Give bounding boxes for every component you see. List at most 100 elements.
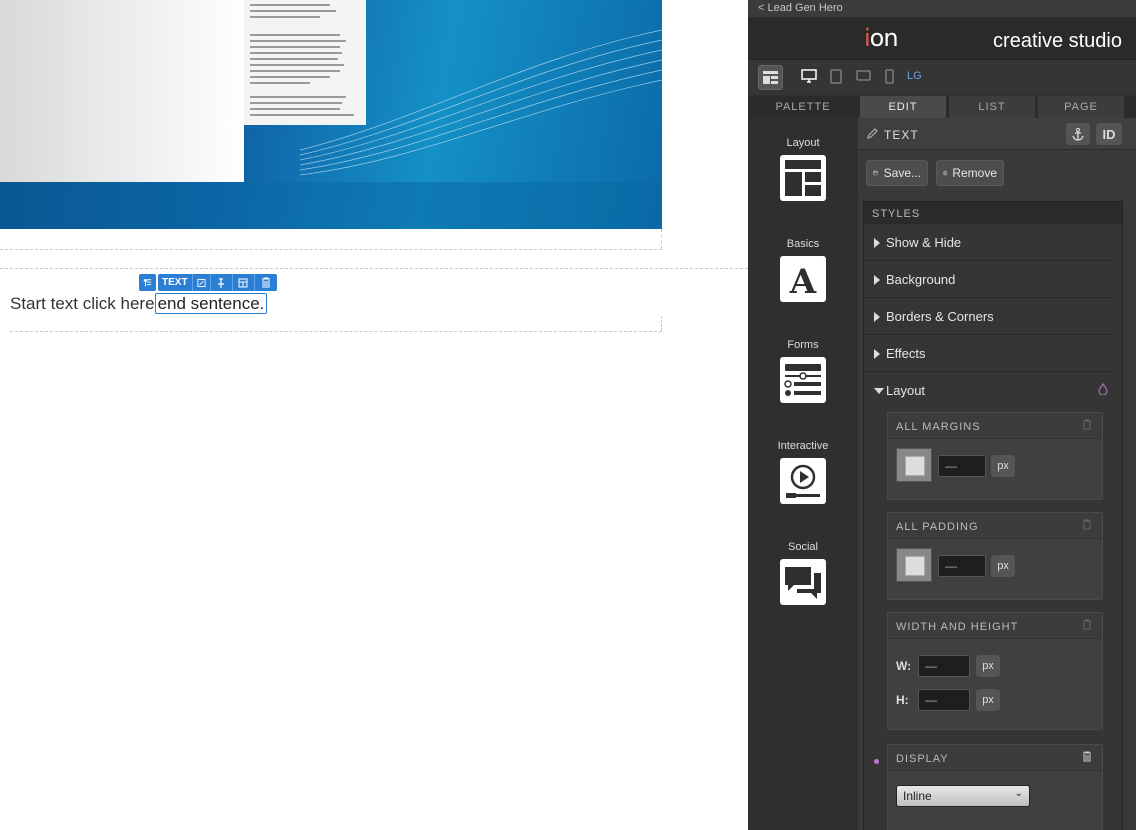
padding-title: ALL PADDING (896, 521, 979, 533)
margins-unit-button[interactable]: px (991, 455, 1015, 477)
brand-bar: ion creative studio (748, 17, 1136, 59)
save-label: Save... (883, 166, 921, 180)
trash-icon[interactable] (254, 274, 277, 291)
panel-menu-icon[interactable] (758, 65, 783, 90)
trash-icon[interactable] (1082, 751, 1092, 765)
edit-icon[interactable] (192, 274, 211, 291)
toolbar-type-label[interactable]: TEXT (158, 274, 193, 291)
display-header: DISPLAY (888, 745, 1102, 771)
margins-header: ALL MARGINS (888, 413, 1102, 439)
section-divider (0, 249, 662, 250)
device-bar: LG (748, 59, 1136, 95)
padding-input[interactable]: — (938, 555, 986, 577)
section-effects[interactable]: Effects (864, 335, 1116, 372)
form-icon[interactable] (780, 357, 826, 403)
breakpoint-label[interactable]: LG (907, 70, 922, 82)
modified-indicator (874, 759, 879, 764)
tablet-landscape-icon[interactable] (856, 69, 871, 85)
width-label: W: (896, 659, 912, 673)
palette-label: Basics (786, 238, 820, 250)
drop-icon[interactable] (1098, 382, 1108, 398)
section-label: Show & Hide (886, 235, 962, 250)
palette-social[interactable]: Social (748, 541, 858, 605)
creative-studio-panel: < Lead Gen Hero ion creative studio LG P… (748, 0, 1136, 830)
trash-icon[interactable] (1082, 519, 1092, 533)
display-select[interactable]: Inline ⌄ (896, 785, 1030, 807)
padding-card: ALL PADDING — px (887, 512, 1103, 600)
palette-column: Layout Basics A Forms Interactive Social (748, 118, 858, 830)
section-label: Borders & Corners (886, 309, 994, 324)
section-label: Background (886, 272, 956, 287)
section-divider (10, 331, 662, 332)
text-align-icon[interactable] (139, 274, 156, 291)
margins-title: ALL MARGINS (896, 421, 981, 433)
padding-unit-button[interactable]: px (991, 555, 1015, 577)
palette-label: Forms (787, 339, 819, 351)
hero-image (0, 0, 662, 229)
display-card: DISPLAY Inline ⌄ (887, 744, 1103, 830)
toolbar-label: TEXT (162, 277, 188, 288)
tab-page[interactable]: PAGE (1038, 96, 1124, 118)
tab-palette[interactable]: PALETTE (748, 96, 858, 118)
text-start[interactable]: Start text (10, 294, 83, 313)
text-element-toolbar: TEXT (139, 274, 277, 291)
element-id-button[interactable]: ID (1096, 123, 1122, 145)
palette-interactive[interactable]: Interactive (748, 440, 858, 504)
section-borders-corners[interactable]: Borders & Corners (864, 298, 1116, 335)
section-divider (661, 229, 662, 249)
width-unit-button[interactable]: px (976, 655, 1000, 677)
section-label: Effects (886, 346, 926, 361)
trash-icon[interactable] (1082, 419, 1092, 433)
hero-artwork (0, 0, 662, 229)
size-title: WIDTH AND HEIGHT (896, 621, 1019, 633)
height-unit-button[interactable]: px (976, 689, 1000, 711)
tab-edit[interactable]: EDIT (860, 96, 946, 118)
phone-icon[interactable] (885, 69, 894, 87)
caret-right-icon (874, 312, 880, 322)
text-link[interactable]: click here (83, 294, 155, 313)
palette-basics[interactable]: Basics A (748, 238, 858, 302)
margins-input[interactable]: — (938, 455, 986, 477)
section-label: Layout (886, 383, 926, 398)
back-link[interactable]: < Lead Gen Hero (748, 0, 1136, 17)
duplicate-icon[interactable] (232, 274, 255, 291)
palette-label: Interactive (777, 440, 829, 452)
height-label: H: (896, 693, 909, 707)
section-background[interactable]: Background (864, 261, 1116, 298)
width-input[interactable]: — (918, 655, 970, 677)
layout-icon[interactable] (780, 155, 826, 201)
page-canvas[interactable]: TEXT Start text click here end sentence. (0, 0, 748, 830)
caret-down-icon (874, 388, 884, 394)
tab-list[interactable]: LIST (949, 96, 1035, 118)
desktop-icon[interactable] (801, 69, 817, 86)
anchor-icon[interactable] (1066, 123, 1090, 145)
chevron-down-icon: ⌄ (1014, 788, 1023, 799)
section-show-hide[interactable]: Show & Hide (864, 224, 1116, 261)
section-layout[interactable]: Layout (864, 372, 1116, 409)
save-icon (873, 170, 878, 176)
palette-forms[interactable]: Forms (748, 339, 858, 403)
display-value: Inline (903, 789, 932, 803)
tablet-icon[interactable] (830, 69, 842, 87)
pin-icon[interactable] (210, 274, 233, 291)
caret-right-icon (874, 238, 880, 248)
palette-label: Social (788, 541, 818, 553)
section-divider (661, 316, 662, 331)
palette-label: Layout (786, 137, 820, 149)
padding-box-icon (896, 548, 932, 582)
styles-header: STYLES (864, 202, 1122, 224)
chat-bubbles-icon[interactable] (780, 559, 826, 605)
element-actions: Save... Remove (858, 151, 1136, 195)
display-title: DISPLAY (896, 753, 949, 765)
text-element[interactable]: Start text click here end sentence. (10, 293, 268, 314)
trash-icon[interactable] (1082, 619, 1092, 633)
selected-text-span[interactable]: end sentence. (154, 293, 268, 314)
remove-button[interactable]: Remove (936, 160, 1004, 186)
caret-right-icon (874, 349, 880, 359)
save-button[interactable]: Save... (866, 160, 928, 186)
section-divider (0, 268, 748, 269)
height-input[interactable]: — (918, 689, 970, 711)
palette-layout[interactable]: Layout (748, 137, 858, 201)
play-icon[interactable] (780, 458, 826, 504)
font-letter-icon[interactable]: A (780, 256, 826, 302)
